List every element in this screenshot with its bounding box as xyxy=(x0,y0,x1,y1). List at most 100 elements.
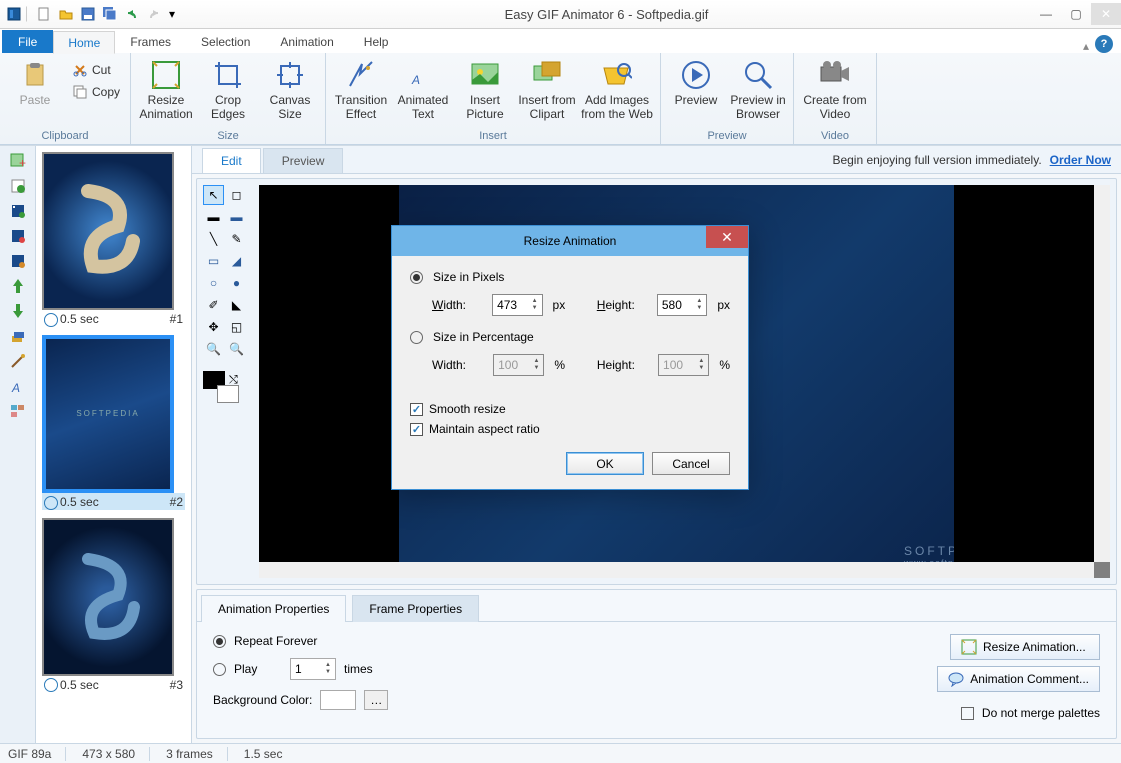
frame-thumbnail[interactable]: 0.5 sec#3 xyxy=(42,518,185,693)
move-up-icon[interactable] xyxy=(6,275,30,297)
edit-tab[interactable]: Edit xyxy=(202,148,261,173)
width-pct-input[interactable]: 100▲▼ xyxy=(493,354,544,376)
film-red-icon[interactable] xyxy=(6,225,30,247)
resize-animation-dialog: Resize Animation ✕ Size in Pixels Width:… xyxy=(391,225,749,490)
line-tool-icon[interactable]: ╲ xyxy=(203,229,224,249)
rect2-tool-icon[interactable]: ▭ xyxy=(203,251,224,271)
play-radio[interactable] xyxy=(213,663,226,676)
swatches-icon[interactable] xyxy=(6,400,30,422)
resize-animation-prop-button[interactable]: Resize Animation... xyxy=(950,634,1100,660)
repeat-forever-radio[interactable] xyxy=(213,635,226,648)
zoom-in-icon[interactable]: 🔍 xyxy=(203,339,224,359)
marquee-tool-icon[interactable]: ◻ xyxy=(226,185,247,205)
animation-properties-tab[interactable]: Animation Properties xyxy=(201,595,346,622)
svg-text:A: A xyxy=(11,381,20,394)
ribbon-collapse-icon[interactable]: ▴ xyxy=(1083,39,1089,53)
tab-selection[interactable]: Selection xyxy=(186,30,265,53)
rect-tool-icon[interactable]: ▬ xyxy=(203,207,224,227)
resize-animation-button[interactable]: Resize Animation xyxy=(137,55,195,125)
ribbon-group-video: Create from Video Video xyxy=(794,53,877,144)
help-icon[interactable]: ? xyxy=(1095,35,1113,53)
status-frames: 3 frames xyxy=(166,747,228,761)
canvas-size-button[interactable]: Canvas Size xyxy=(261,55,319,125)
text-tool-icon[interactable]: A xyxy=(6,375,30,397)
frame-properties-tab[interactable]: Frame Properties xyxy=(352,595,479,622)
bgcolor-swatch[interactable] xyxy=(320,690,356,710)
fillrect-tool-icon[interactable]: ▬ xyxy=(226,207,247,227)
cut-button[interactable]: Cut xyxy=(68,59,124,81)
insert-clipart-button[interactable]: Insert from Clipart xyxy=(518,55,576,125)
tab-animation[interactable]: Animation xyxy=(265,30,348,53)
move-down-icon[interactable] xyxy=(6,300,30,322)
background-color[interactable] xyxy=(217,385,239,403)
eyedropper-tool-icon[interactable]: ✐ xyxy=(203,295,224,315)
size-pixels-radio[interactable] xyxy=(410,271,423,284)
merge-palettes-checkbox[interactable] xyxy=(961,707,974,720)
film-green-icon[interactable] xyxy=(6,200,30,222)
paste-button[interactable]: Paste xyxy=(6,55,64,125)
bucket-tool-icon[interactable]: ◣ xyxy=(226,295,247,315)
smooth-resize-checkbox[interactable] xyxy=(410,403,423,416)
animated-text-button[interactable]: AAnimated Text xyxy=(394,55,452,125)
status-duration: 1.5 sec xyxy=(244,747,297,761)
svg-text:+: + xyxy=(19,156,26,169)
save-all-icon[interactable] xyxy=(100,4,120,24)
wand-icon[interactable] xyxy=(6,350,30,372)
layers-icon[interactable] xyxy=(6,325,30,347)
frame-thumbnail[interactable]: 0.5 sec#1 xyxy=(42,152,185,327)
new-icon[interactable] xyxy=(34,4,54,24)
size-percentage-radio[interactable] xyxy=(410,331,423,344)
clock-icon xyxy=(44,313,58,327)
frame-thumbnail[interactable]: SOFTPEDIA 0.5 sec#2 xyxy=(42,335,185,510)
add-images-web-button[interactable]: Add Images from the Web xyxy=(580,55,654,125)
close-button[interactable]: ✕ xyxy=(1091,3,1121,25)
qat-dropdown-icon[interactable]: ▾ xyxy=(166,4,178,24)
clock-icon xyxy=(44,678,58,692)
open-icon[interactable] xyxy=(56,4,76,24)
dialog-titlebar[interactable]: Resize Animation ✕ xyxy=(392,226,748,256)
file-tab[interactable]: File xyxy=(2,30,53,53)
animation-comment-button[interactable]: Animation Comment... xyxy=(937,666,1100,692)
crop-edges-button[interactable]: Crop Edges xyxy=(199,55,257,125)
transition-effect-button[interactable]: Transition Effect xyxy=(332,55,390,125)
ok-button[interactable]: OK xyxy=(566,452,644,475)
add-blank-icon[interactable] xyxy=(6,175,30,197)
insert-picture-button[interactable]: Insert Picture xyxy=(456,55,514,125)
pointer-tool-icon[interactable]: ↖ xyxy=(203,185,224,205)
maximize-button[interactable]: ▢ xyxy=(1061,3,1091,25)
cancel-button[interactable]: Cancel xyxy=(652,452,730,475)
tab-home[interactable]: Home xyxy=(53,31,115,54)
dialog-close-button[interactable]: ✕ xyxy=(706,226,748,248)
tab-help[interactable]: Help xyxy=(349,30,404,53)
ellipse-tool-icon[interactable]: ○ xyxy=(203,273,224,293)
height-pct-input[interactable]: 100▲▼ xyxy=(658,354,709,376)
copy-button[interactable]: Copy xyxy=(68,81,124,103)
width-px-input[interactable]: 473▲▼ xyxy=(492,294,542,316)
preview-browser-button[interactable]: Preview in Browser xyxy=(729,55,787,125)
redo-icon[interactable] xyxy=(144,4,164,24)
vertical-scrollbar[interactable] xyxy=(1094,185,1110,562)
play-count-input[interactable]: 1▲▼ xyxy=(290,658,336,680)
bgcolor-browse-button[interactable]: … xyxy=(364,690,388,710)
pencil-tool-icon[interactable]: ✎ xyxy=(226,229,247,249)
create-from-video-button[interactable]: Create from Video xyxy=(800,55,870,125)
height-px-input[interactable]: 580▲▼ xyxy=(657,294,707,316)
horizontal-scrollbar[interactable] xyxy=(259,562,1094,578)
app-icon[interactable] xyxy=(4,4,24,24)
save-icon[interactable] xyxy=(78,4,98,24)
minimize-button[interactable]: — xyxy=(1031,3,1061,25)
add-frame-icon[interactable]: + xyxy=(6,150,30,172)
zoom-out-icon[interactable]: 🔍 xyxy=(226,339,247,359)
tab-frames[interactable]: Frames xyxy=(115,30,186,53)
crop-tool-icon[interactable]: ◱ xyxy=(226,317,247,337)
order-now-link[interactable]: Order Now xyxy=(1050,153,1111,167)
film-orange-icon[interactable] xyxy=(6,250,30,272)
fillellipse-tool-icon[interactable]: ● xyxy=(226,273,247,293)
gradient-tool-icon[interactable]: ◢ xyxy=(226,251,247,271)
preview-tab[interactable]: Preview xyxy=(263,148,344,173)
move-tool-icon[interactable]: ✥ xyxy=(203,317,224,337)
maintain-aspect-checkbox[interactable] xyxy=(410,423,423,436)
preview-button[interactable]: Preview xyxy=(667,55,725,125)
undo-icon[interactable] xyxy=(122,4,142,24)
promo-text: Begin enjoying full version immediately.… xyxy=(832,153,1111,167)
